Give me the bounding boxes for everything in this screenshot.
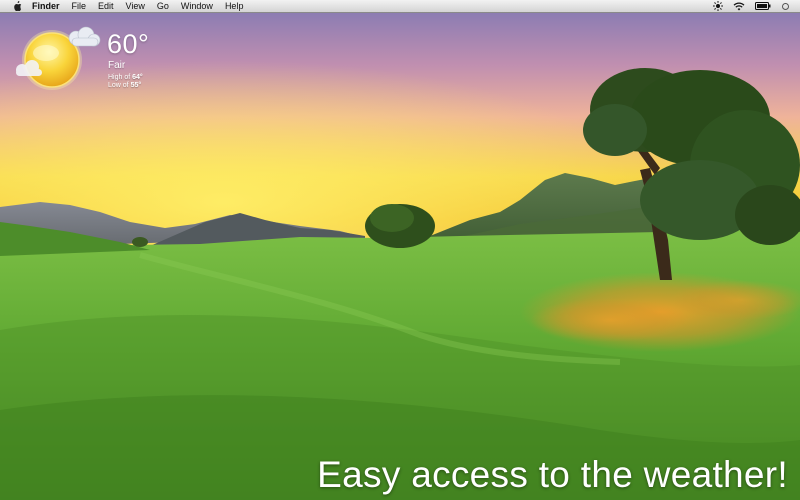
- weather-high: High of 64°: [108, 74, 143, 82]
- menu-bar: Finder File Edit View Go Window Help: [0, 0, 800, 13]
- spotlight-icon[interactable]: [781, 2, 790, 11]
- weather-high-value: 64°: [132, 74, 143, 81]
- menu-app-finder[interactable]: Finder: [32, 0, 60, 13]
- weather-high-low: High of 64° Low of 55°: [108, 74, 143, 90]
- weather-high-label: High of: [108, 74, 133, 81]
- sunny-partly-cloudy-icon: [12, 26, 102, 94]
- battery-icon[interactable]: [755, 2, 771, 10]
- status-area: [703, 1, 790, 11]
- weather-low-label: Low of: [108, 82, 131, 89]
- apple-logo-icon[interactable]: [12, 1, 22, 11]
- menu-file[interactable]: File: [72, 0, 87, 13]
- menu-window[interactable]: Window: [181, 0, 213, 13]
- menu-edit[interactable]: Edit: [98, 0, 114, 13]
- menu-go[interactable]: Go: [157, 0, 169, 13]
- menu-view[interactable]: View: [126, 0, 145, 13]
- weather-low: Low of 55°: [108, 82, 143, 90]
- weather-low-value: 55°: [130, 82, 142, 89]
- promo-caption: Easy access to the weather!: [317, 454, 788, 495]
- weather-widget[interactable]: 60° Fair High of 64° Low of 55°: [12, 26, 192, 98]
- brightness-icon[interactable]: [713, 1, 723, 11]
- weather-condition: Fair: [108, 60, 126, 71]
- desktop-screen: Finder File Edit View Go Window Help 60°…: [0, 0, 800, 500]
- wifi-icon[interactable]: [733, 2, 745, 11]
- menu-help[interactable]: Help: [225, 0, 244, 13]
- weather-temperature: 60°: [107, 29, 150, 59]
